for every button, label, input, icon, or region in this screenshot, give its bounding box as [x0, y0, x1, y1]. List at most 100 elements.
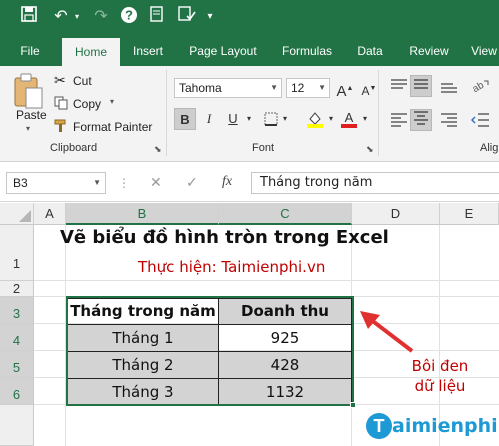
increase-font-icon[interactable]: A▲: [334, 78, 356, 100]
undo-dropdown-icon[interactable]: ▾: [72, 6, 82, 28]
tab-review[interactable]: Review: [404, 36, 454, 66]
row-header[interactable]: [0, 405, 34, 446]
name-box[interactable]: B3 ▼: [6, 172, 106, 194]
align-right-icon[interactable]: [440, 112, 458, 131]
save-icon[interactable]: [18, 6, 40, 28]
format-painter-button[interactable]: Format Painter: [73, 120, 152, 134]
paste-dropdown-icon[interactable]: ▾: [26, 124, 30, 133]
red-arrow-icon: [360, 311, 414, 353]
table-cell-month[interactable]: Tháng 2: [67, 351, 219, 379]
font-size-combo[interactable]: 12 ▼: [286, 78, 330, 98]
font-size-value: 12: [291, 81, 305, 95]
column-header[interactable]: D: [352, 203, 440, 225]
gridline: [34, 280, 499, 281]
tab-home[interactable]: Home: [62, 38, 120, 66]
cut-icon[interactable]: ✂: [54, 72, 66, 89]
sheet-title[interactable]: Vẽ biểu đồ hình tròn trong Excel: [60, 227, 389, 248]
spelling-icon[interactable]: [176, 6, 198, 28]
alignment-group-label: Alig: [480, 142, 499, 154]
underline-button[interactable]: U: [222, 108, 244, 130]
table-cell-month[interactable]: Tháng 3: [67, 378, 219, 406]
worksheet-grid: A B C D E 1 2 3 4 5 6 Vẽ biểu đồ hình tr…: [0, 203, 499, 446]
sheet-subtitle[interactable]: Thực hiện: Taimienphi.vn: [138, 258, 325, 276]
copy-dropdown-icon[interactable]: ▾: [110, 97, 114, 106]
decrease-font-icon[interactable]: A▼: [358, 78, 380, 100]
svg-text:?: ?: [125, 8, 133, 23]
row-header[interactable]: 5: [0, 351, 34, 378]
align-left-icon[interactable]: [390, 112, 408, 131]
tab-page-layout[interactable]: Page Layout: [184, 36, 262, 66]
borders-dropdown-icon[interactable]: ▾: [280, 108, 290, 130]
tab-data[interactable]: Data: [350, 36, 390, 66]
fill-color-icon[interactable]: [306, 110, 324, 131]
font-color-icon[interactable]: A: [340, 110, 358, 131]
logo-t-icon: T: [366, 413, 392, 439]
insert-function-icon[interactable]: fx: [222, 174, 232, 190]
gridline: [65, 225, 66, 446]
column-header[interactable]: C: [219, 203, 352, 225]
font-group-label: Font: [252, 142, 275, 154]
gridline: [34, 296, 499, 297]
tab-insert[interactable]: Insert: [126, 36, 170, 66]
logo-text: aimienphi: [392, 415, 498, 437]
row-header[interactable]: 4: [0, 324, 34, 351]
font-launcher-icon[interactable]: ⬊: [366, 144, 374, 155]
align-center-icon[interactable]: [410, 109, 432, 131]
copy-button[interactable]: Copy: [73, 97, 101, 111]
tab-view[interactable]: View: [466, 36, 499, 66]
cut-button[interactable]: Cut: [73, 74, 92, 88]
chevron-down-icon: ▼: [318, 83, 326, 92]
align-top-icon[interactable]: [390, 78, 408, 97]
paste-label[interactable]: Paste: [16, 108, 47, 122]
table-cell-month[interactable]: Tháng 1: [67, 324, 219, 352]
align-bottom-icon[interactable]: [440, 78, 458, 97]
row-header[interactable]: 6: [0, 378, 34, 405]
cancel-icon[interactable]: ✕: [150, 174, 162, 191]
format-painter-icon[interactable]: [54, 119, 68, 136]
tab-file[interactable]: File: [10, 36, 50, 66]
italic-button[interactable]: I: [198, 108, 220, 130]
align-middle-icon[interactable]: [410, 75, 432, 97]
clipboard-group-label: Clipboard: [50, 142, 98, 154]
name-box-value: B3: [13, 176, 28, 190]
ribbon-home: Paste ▾ ✂ Cut Copy ▾ Format Painter Clip…: [0, 66, 499, 162]
annotation-note: Bôi đen dữ liệu: [400, 356, 480, 396]
annotation-line-1: Bôi đen: [411, 357, 469, 375]
column-header[interactable]: A: [34, 203, 66, 225]
table-cell-revenue[interactable]: 1132: [218, 378, 352, 406]
enter-icon[interactable]: ✓: [186, 174, 198, 191]
font-color-dropdown-icon[interactable]: ▾: [360, 108, 370, 130]
clipboard-launcher-icon[interactable]: ⬊: [154, 144, 162, 155]
table-header-revenue[interactable]: Doanh thu: [218, 298, 352, 325]
print-preview-icon[interactable]: [146, 6, 168, 28]
bold-button[interactable]: B: [174, 108, 196, 130]
undo-icon[interactable]: ↶: [50, 6, 72, 28]
customize-toolbar-icon[interactable]: ▾: [204, 6, 216, 28]
copy-icon[interactable]: [54, 96, 68, 113]
fill-handle[interactable]: [350, 402, 356, 408]
font-name-combo[interactable]: Tahoma ▼: [174, 78, 282, 98]
orientation-icon[interactable]: ab: [470, 78, 490, 97]
row-header[interactable]: 2: [0, 281, 34, 297]
column-header[interactable]: E: [440, 203, 499, 225]
column-header[interactable]: B: [66, 203, 219, 225]
row-header[interactable]: 1: [0, 225, 34, 281]
table-cell-revenue[interactable]: 925: [218, 324, 352, 352]
help-icon[interactable]: ?: [118, 6, 140, 28]
fill-dropdown-icon[interactable]: ▾: [326, 108, 336, 130]
formula-input[interactable]: Tháng trong năm: [251, 172, 499, 194]
table-header-month[interactable]: Tháng trong năm: [67, 298, 219, 325]
svg-text:A: A: [345, 110, 354, 125]
table-cell-revenue[interactable]: 428: [218, 351, 352, 379]
tab-formulas[interactable]: Formulas: [278, 36, 336, 66]
indent-icon[interactable]: [470, 112, 490, 131]
row-header[interactable]: 3: [0, 297, 34, 324]
paste-icon[interactable]: [12, 72, 44, 110]
underline-dropdown-icon[interactable]: ▾: [244, 108, 254, 130]
borders-icon[interactable]: [264, 112, 278, 129]
formula-bar: B3 ▼ ⋮ ✕ ✓ fx Tháng trong năm: [0, 162, 499, 202]
redo-icon[interactable]: ↷: [90, 6, 112, 28]
svg-text:ab: ab: [471, 80, 487, 94]
select-all-corner[interactable]: [0, 203, 34, 225]
quick-access-toolbar: ↶ ▾ ↷ ? ▾: [0, 0, 499, 36]
